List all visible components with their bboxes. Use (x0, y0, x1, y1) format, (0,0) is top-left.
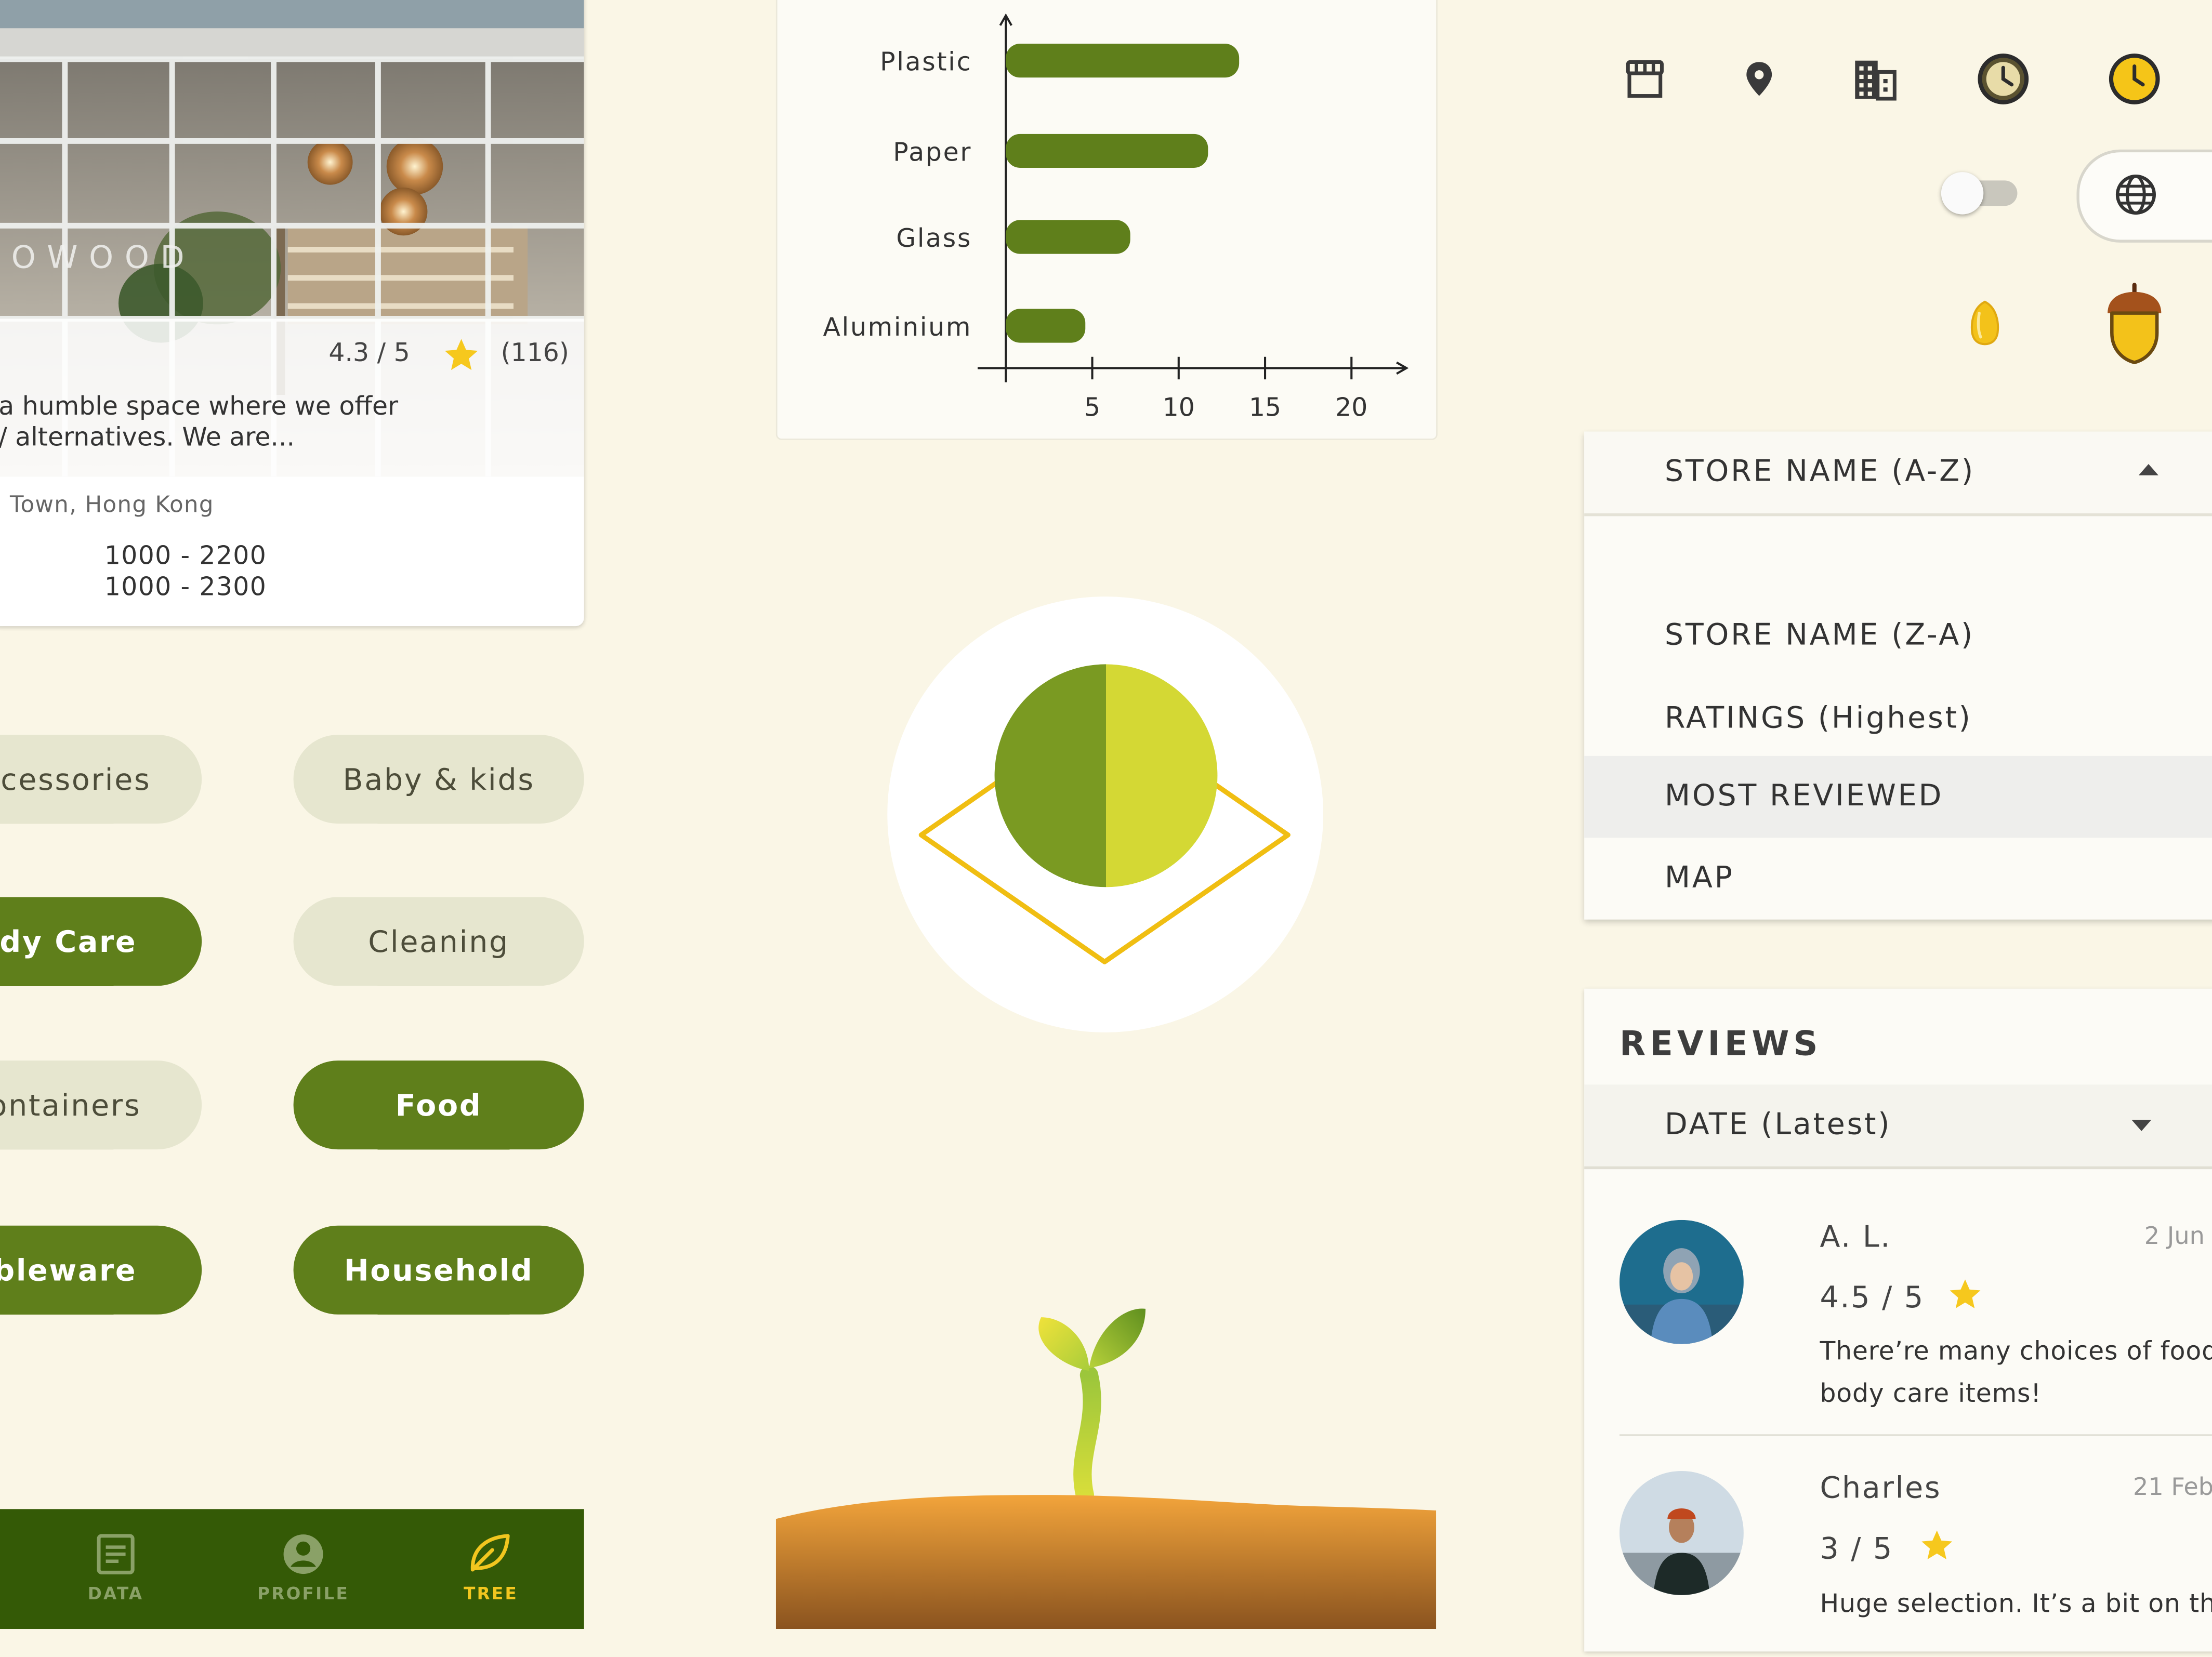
store-hours-line2: 1000 - 2300 (104, 573, 267, 603)
review-text-line2: body care items! (1820, 1379, 2042, 1409)
reviewer-name: Charles (1820, 1471, 1942, 1505)
badge-right-half (1106, 664, 1218, 887)
sort-option-ratings[interactable]: RATINGS (Highest) (1584, 679, 2212, 760)
x-tick-label-15: 15 (1249, 393, 1281, 422)
document-icon (97, 1534, 135, 1574)
store-sign: OWOOD (11, 240, 196, 276)
nav-profile[interactable]: PROFILE (219, 1509, 388, 1629)
toggle-switch[interactable] (1941, 169, 2020, 217)
nav-profile-label: PROFILE (257, 1584, 350, 1604)
category-containers[interactable]: ontainers (0, 1061, 202, 1150)
review-text-line1: Huge selection. It’s a bit on th (1820, 1589, 2212, 1620)
x-tick-label-20: 20 (1335, 393, 1367, 422)
review-text-line1: There’re many choices of food (1820, 1337, 2212, 1367)
sort-selected-label: STORE NAME (A-Z) (1664, 454, 1976, 488)
clock-dark-icon[interactable] (1977, 52, 2030, 105)
building-icon[interactable] (1851, 57, 1899, 102)
star-icon (444, 339, 478, 370)
store-card[interactable]: OWOOD 4.3 / 5 (116) a humble space where… (0, 0, 584, 627)
eco-badge (887, 596, 1324, 1032)
review-rating: 4.5 / 5 (1820, 1280, 1925, 1315)
reviews-card: REVIEWS DATE (Latest) A. L. 2 Jun 4.5 / … (1584, 988, 2212, 1652)
category-label-plastic: Plastic (880, 47, 972, 77)
account-circle-icon (283, 1534, 323, 1574)
review-item: A. L. 2 Jun 4.5 / 5 There’re many choice… (1584, 1195, 2212, 1434)
nav-tree[interactable]: TREE (406, 1509, 576, 1629)
seed-icon (1970, 300, 1999, 346)
nav-tree-label: TREE (464, 1584, 518, 1604)
category-household[interactable]: Household (293, 1225, 584, 1315)
bar-paper (1006, 134, 1208, 168)
category-label-glass: Glass (896, 223, 972, 253)
clock-yellow-icon[interactable] (2108, 52, 2161, 105)
reviewer-avatar (1620, 1219, 1744, 1344)
reviewer-avatar (1620, 1471, 1744, 1595)
badge-left-half (994, 664, 1107, 887)
star-icon (1950, 1279, 1981, 1308)
category-label-aluminium: Aluminium (823, 312, 972, 342)
store-hours-line1: 1000 - 2200 (104, 541, 267, 572)
globe-icon (2115, 175, 2156, 215)
star-icon (1921, 1530, 1953, 1560)
store-description-line1: a humble space where we offer (0, 392, 399, 422)
category-tableware[interactable]: ableware (0, 1225, 202, 1315)
toggle-thumb (1941, 172, 1984, 215)
acorn-icon (2108, 283, 2162, 364)
category-body-care[interactable]: ody Care (0, 897, 202, 986)
reviews-title: REVIEWS (1620, 1024, 1822, 1064)
store-icon[interactable] (1622, 57, 1667, 102)
chevron-up-icon (2138, 464, 2158, 475)
sort-select[interactable]: STORE NAME (A-Z) (1584, 431, 2212, 516)
sort-dropdown: STORE NAME (A-Z) STORE NAME (Z-A) RATING… (1584, 431, 2212, 920)
eco-badge-graphic (918, 664, 1291, 964)
review-date: 21 Feb (2133, 1474, 2212, 1502)
bar-aluminium (1006, 309, 1086, 343)
nav-data-label: DATA (87, 1584, 144, 1604)
store-description-line2: / alternatives. We are... (0, 423, 295, 453)
language-button[interactable] (2076, 149, 2212, 243)
bar-glass (1006, 220, 1130, 254)
review-divider (1620, 1434, 2212, 1436)
bottom-navigation: DATA PROFILE TREE (0, 1509, 584, 1629)
category-accessories[interactable]: cessories (0, 735, 202, 824)
location-pin-icon[interactable] (1742, 59, 1776, 99)
sort-option-map[interactable]: MAP (1584, 838, 2212, 919)
review-date: 2 Jun (2144, 1223, 2205, 1251)
leaf-icon (470, 1534, 510, 1572)
bar-plastic (1006, 44, 1240, 78)
review-item: Charles 21 Feb 3 / 5 Huge selection. It’… (1584, 1446, 2212, 1657)
category-food[interactable]: Food (293, 1061, 584, 1150)
store-review-count: (116) (501, 338, 569, 368)
store-rating: 4.3 / 5 (328, 338, 410, 368)
category-label-paper: Paper (893, 137, 972, 167)
category-cleaning[interactable]: Cleaning (293, 897, 584, 986)
chevron-down-icon (2131, 1120, 2152, 1131)
recycling-bar-chart: Plastic Paper Glass Aluminium 5 10 15 20 (823, 13, 1409, 422)
sprout-illustration (775, 1308, 1437, 1629)
reviews-sort-select[interactable]: DATE (Latest) (1584, 1084, 2212, 1170)
category-baby-kids[interactable]: Baby & kids (293, 735, 584, 824)
review-rating: 3 / 5 (1820, 1531, 1894, 1566)
store-address: Town, Hong Kong (10, 491, 214, 518)
x-tick-label-10: 10 (1163, 393, 1195, 422)
reviewer-name: A. L. (1820, 1219, 1892, 1254)
recycling-chart-card: Plastic Paper Glass Aluminium 5 10 15 20 (775, 0, 1438, 440)
reviews-sort-label: DATE (Latest) (1664, 1107, 1892, 1141)
x-tick-label-5: 5 (1084, 393, 1100, 422)
sort-option-name-desc[interactable]: STORE NAME (Z-A) (1584, 595, 2212, 677)
sort-option-most-reviewed[interactable]: MOST REVIEWED (1584, 755, 2212, 838)
nav-data[interactable]: DATA (31, 1509, 201, 1629)
